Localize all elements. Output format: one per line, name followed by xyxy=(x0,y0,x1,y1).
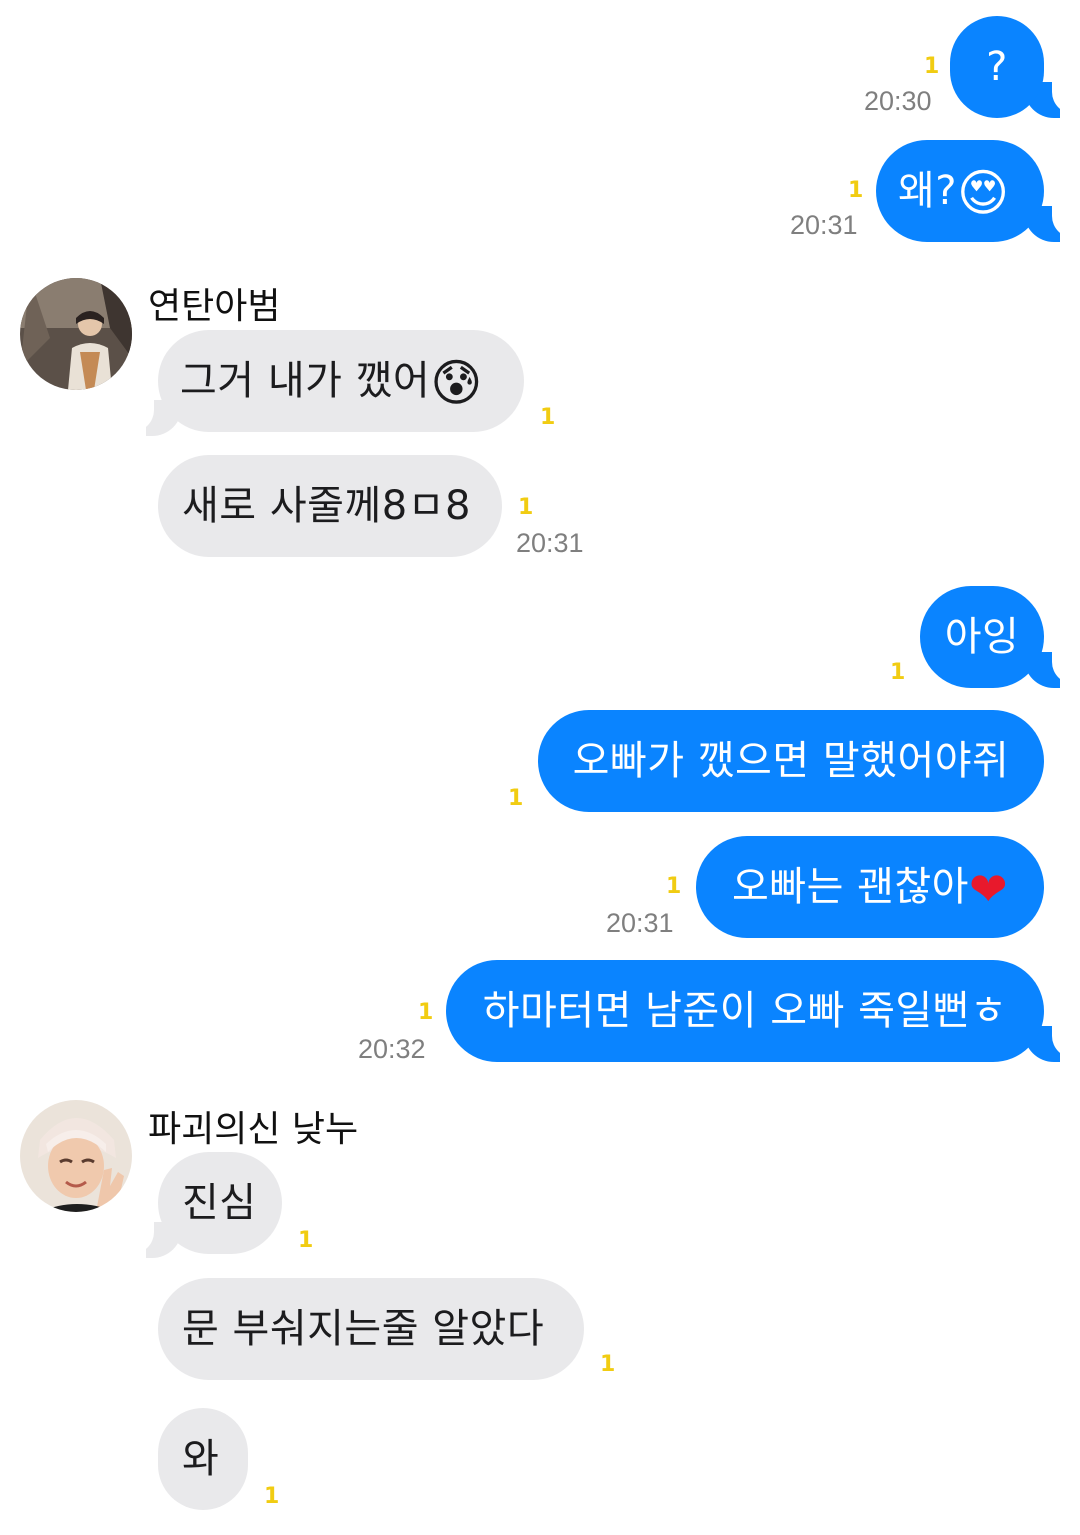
red-heart-icon: ❤ xyxy=(968,862,1009,916)
message-text: 와 xyxy=(182,1436,220,1482)
heart-eyes-emoji-icon: 😍 xyxy=(957,164,1010,222)
message-timestamp: 20:30 xyxy=(864,86,932,116)
message-text: 새로 사줄께8ㅁ8 xyxy=(182,483,471,529)
sender-name: 연탄아범 xyxy=(148,286,281,327)
unread-count: 1 xyxy=(518,495,534,520)
sender-name: 파괴의신 낮누 xyxy=(148,1109,359,1150)
message-bubble-incoming[interactable]: 진심 xyxy=(158,1152,282,1254)
unread-count: 1 xyxy=(418,1000,434,1025)
message-bubble-incoming[interactable]: 문 부숴지는줄 알았다 xyxy=(158,1278,584,1380)
message-timestamp: 20:31 xyxy=(516,528,584,558)
message-timestamp: 20:31 xyxy=(790,210,858,240)
message-text: 왜? xyxy=(898,168,958,214)
unread-count: 1 xyxy=(600,1352,616,1377)
message-text: 진심 xyxy=(182,1180,257,1226)
avatar[interactable] xyxy=(20,1100,132,1212)
avatar-photo-icon xyxy=(20,278,132,390)
avatar-photo-icon xyxy=(20,1100,132,1212)
message-text: 오빠는 괜찮아 xyxy=(731,864,969,910)
unread-count: 1 xyxy=(540,405,556,430)
message-bubble-outgoing[interactable]: ? xyxy=(950,16,1044,118)
unread-count: 1 xyxy=(666,874,682,899)
message-text: 그거 내가 깼어 xyxy=(180,358,431,404)
unread-count: 1 xyxy=(848,178,864,203)
message-bubble-incoming[interactable]: 새로 사줄께8ㅁ8 xyxy=(158,455,502,557)
avatar[interactable] xyxy=(20,278,132,390)
message-bubble-outgoing[interactable]: 오빠가 깼으면 말했어야쥐 xyxy=(538,710,1044,812)
message-text: 아잉 xyxy=(944,614,1020,660)
message-bubble-outgoing[interactable]: 하마터면 남준이 오빠 죽일뻔ㅎ xyxy=(446,960,1044,1062)
message-text: 문 부숴지는줄 알았다 xyxy=(182,1306,545,1352)
message-timestamp: 20:32 xyxy=(358,1034,426,1064)
message-text: 오빠가 깼으면 말했어야쥐 xyxy=(572,738,1010,784)
unread-count: 1 xyxy=(264,1484,280,1509)
unread-count: 1 xyxy=(924,54,940,79)
unread-count: 1 xyxy=(890,660,906,685)
anxious-sweat-emoji-icon: 😰 xyxy=(430,354,483,412)
message-bubble-incoming[interactable]: 와 xyxy=(158,1408,248,1510)
message-bubble-incoming[interactable]: 그거 내가 깼어😰 xyxy=(158,330,524,432)
unread-count: 1 xyxy=(508,786,524,811)
message-text: ? xyxy=(986,44,1008,90)
message-timestamp: 20:31 xyxy=(606,908,674,938)
message-text: 하마터면 남준이 오빠 죽일뻔ㅎ xyxy=(482,988,1008,1034)
message-bubble-outgoing[interactable]: 오빠는 괜찮아❤ xyxy=(696,836,1044,938)
unread-count: 1 xyxy=(298,1228,314,1253)
message-bubble-outgoing[interactable]: 왜?😍 xyxy=(876,140,1044,242)
message-bubble-outgoing[interactable]: 아잉 xyxy=(920,586,1044,688)
